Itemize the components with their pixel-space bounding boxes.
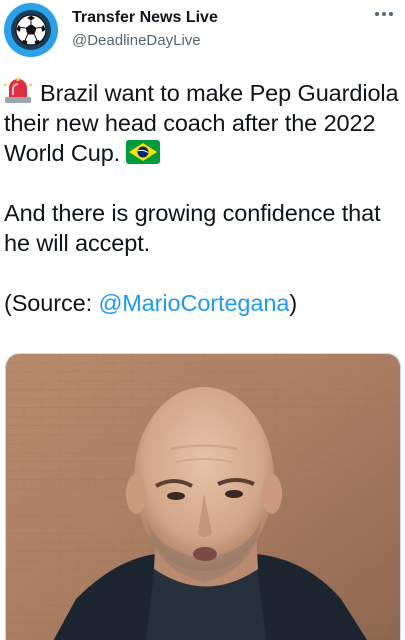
tweet-paragraph-1: Brazil want to make Pep Guardiola their …	[4, 78, 399, 168]
rotating-light-icon	[4, 78, 32, 103]
tweet-paragraph-source: (Source: @MarioCortegana)	[4, 288, 399, 318]
tweet-text: Brazil want to make Pep Guardiola their …	[4, 78, 399, 318]
more-options-button[interactable]	[369, 2, 399, 26]
display-name[interactable]: Transfer News Live	[72, 9, 218, 27]
more-horizontal-icon	[375, 12, 393, 16]
mention-link[interactable]: @MarioCortegana	[98, 290, 289, 316]
tweet-paragraph-2: And there is growing confidence that he …	[4, 200, 381, 256]
source-prefix: (Source:	[4, 290, 99, 316]
avatar[interactable]	[4, 3, 58, 57]
tweet-sentence-1: Brazil want to make Pep Guardiola their …	[4, 80, 399, 166]
tweet-card: Transfer News Live @DeadlineDayLive Braz…	[0, 0, 405, 640]
man-portrait-photo	[6, 354, 400, 640]
source-suffix: )	[289, 290, 298, 316]
account-handle[interactable]: @DeadlineDayLive	[72, 32, 201, 49]
tweet-photo[interactable]	[5, 353, 401, 640]
brazil-flag-icon	[126, 140, 161, 164]
football-icon	[11, 10, 51, 50]
